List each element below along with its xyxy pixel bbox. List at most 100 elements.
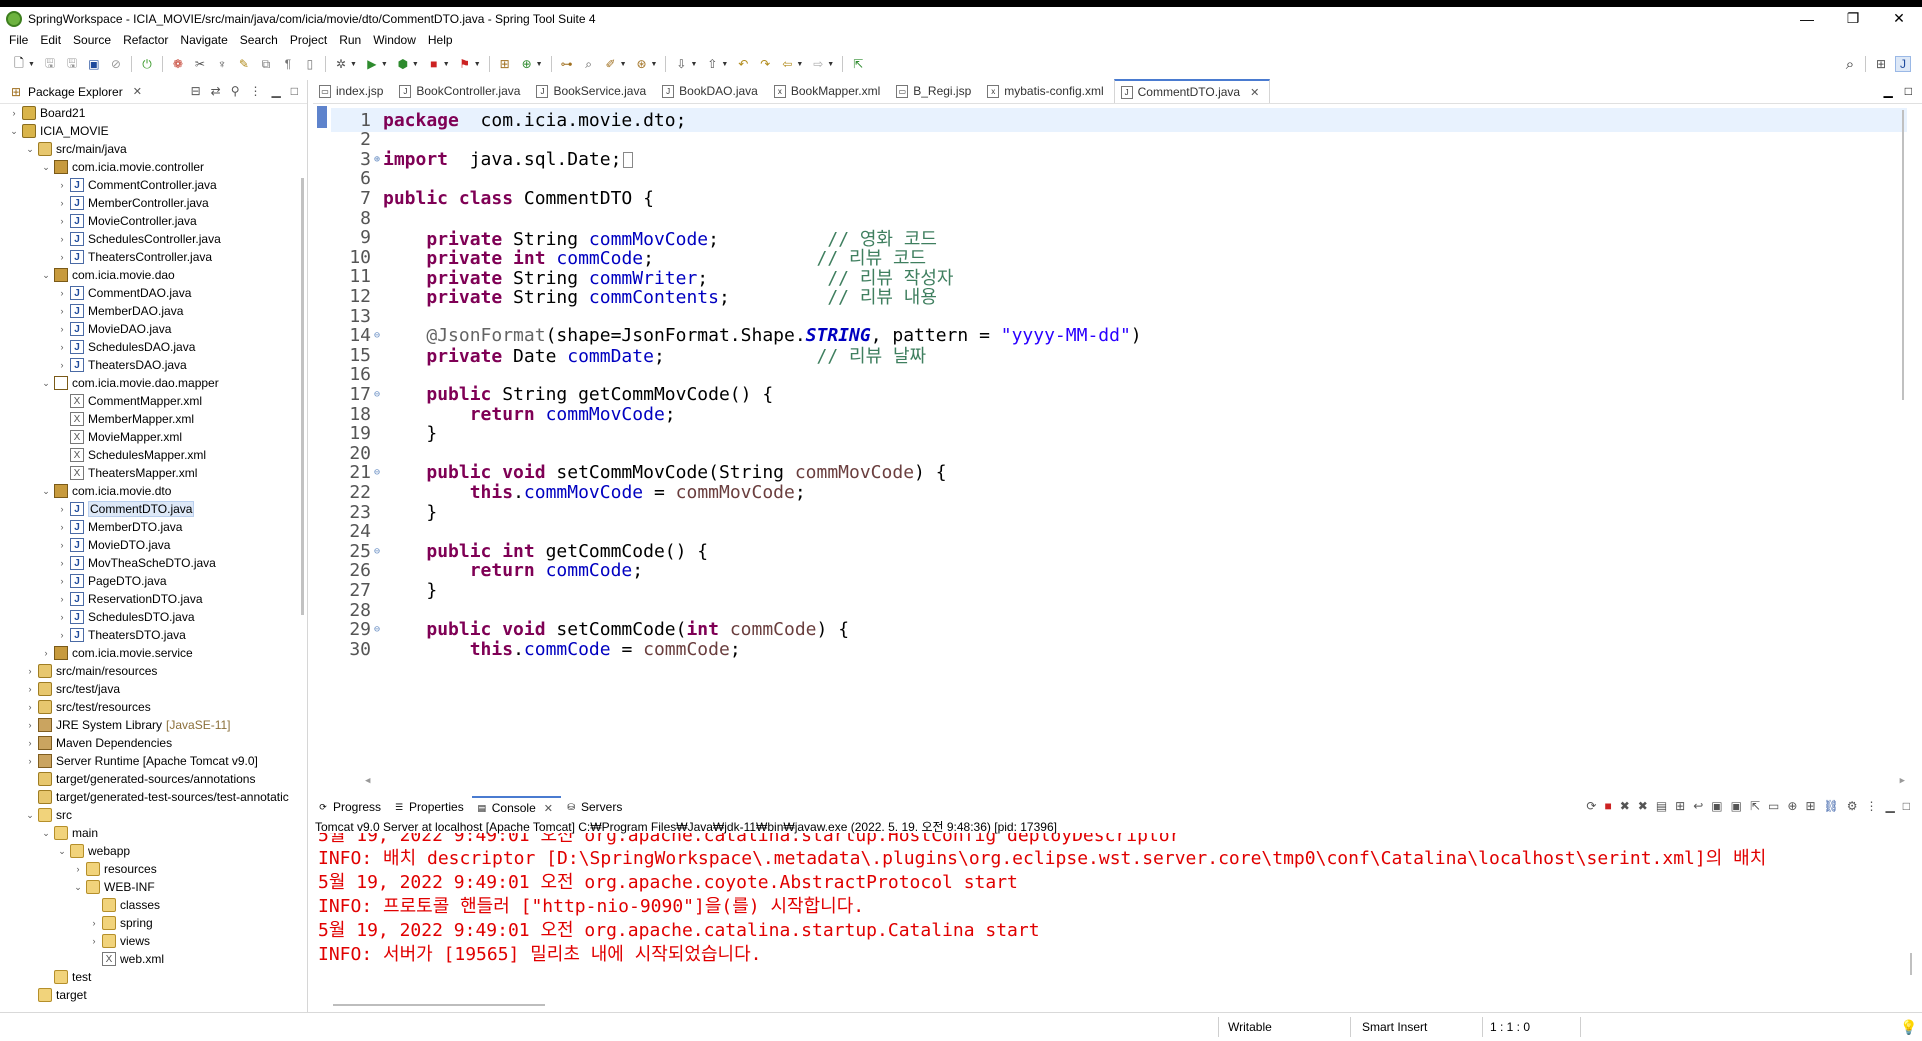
lightbulb-icon[interactable]: 💡 bbox=[1900, 1019, 1917, 1035]
previous-annotation-icon[interactable]: ⇧ bbox=[704, 56, 720, 72]
search-icon[interactable]: ⌕ bbox=[1842, 56, 1858, 73]
search-toolbar-icon[interactable]: ⌕ bbox=[581, 56, 597, 72]
tree-item[interactable]: › J MemberController.java bbox=[56, 194, 209, 212]
coverage-dropdown-icon[interactable]: ▼ bbox=[412, 61, 419, 68]
tree-item[interactable]: X TheatersMapper.xml bbox=[56, 464, 197, 482]
tree-item[interactable]: › Maven Dependencies bbox=[24, 734, 172, 752]
open-console-icon[interactable]: ⊞ bbox=[1805, 799, 1815, 813]
tree-item[interactable]: › J MemberDTO.java bbox=[56, 518, 182, 536]
expanded-chevron-icon[interactable]: ⌄ bbox=[40, 270, 52, 281]
tree-item[interactable]: › J CommentDTO.java bbox=[56, 500, 195, 518]
editor-tab[interactable]: ▭ index.jsp bbox=[313, 79, 393, 103]
collapsed-chevron-icon[interactable]: › bbox=[56, 576, 68, 586]
tab-properties[interactable]: ☰ Properties bbox=[389, 796, 472, 818]
collapsed-chevron-icon[interactable]: › bbox=[40, 648, 52, 658]
collapsed-chevron-icon[interactable]: › bbox=[88, 918, 100, 928]
annotation-dropdown-icon[interactable]: ▼ bbox=[651, 61, 658, 68]
minimize-view-icon[interactable]: ▁ bbox=[1886, 799, 1895, 813]
tree-item[interactable]: test bbox=[40, 968, 91, 986]
show-whitespace-icon[interactable]: ¶ bbox=[280, 56, 296, 72]
tree-item[interactable]: › J TheatersDTO.java bbox=[56, 626, 186, 644]
minimize-button[interactable]: — bbox=[1784, 7, 1830, 30]
menu-item-search[interactable]: Search bbox=[235, 33, 285, 47]
minimize-view-icon[interactable]: ▁ bbox=[272, 84, 281, 98]
collapsed-chevron-icon[interactable]: › bbox=[72, 864, 84, 874]
menu-item-window[interactable]: Window bbox=[368, 33, 423, 47]
tree-item[interactable]: ⌄ webapp bbox=[56, 842, 130, 860]
tree-item[interactable]: ⌄ src/main/java bbox=[24, 140, 127, 158]
console-vertical-scrollbar[interactable] bbox=[1910, 953, 1912, 975]
java-perspective-icon[interactable]: J bbox=[1895, 56, 1911, 72]
open-perspective-icon[interactable]: ⊞ bbox=[1873, 56, 1889, 72]
coverage-icon[interactable]: ⬢ bbox=[395, 56, 411, 72]
tree-item[interactable]: X SchedulesMapper.xml bbox=[56, 446, 206, 464]
skip-breakpoints-icon[interactable]: ⊘ bbox=[108, 56, 124, 72]
editor-tab[interactable]: J BookDAO.java bbox=[656, 79, 768, 103]
spring-icon[interactable]: ❁ bbox=[170, 56, 186, 72]
tree-item[interactable]: target bbox=[24, 986, 87, 1004]
collapsed-chevron-icon[interactable]: › bbox=[56, 594, 68, 604]
tree-item[interactable]: › J MemberDAO.java bbox=[56, 302, 183, 320]
tree-item[interactable]: › J CommentDAO.java bbox=[56, 284, 191, 302]
collapsed-chevron-icon[interactable]: › bbox=[8, 108, 20, 118]
tab-servers[interactable]: ⛁ Servers bbox=[561, 796, 630, 818]
save-icon[interactable]: 🖫 bbox=[42, 56, 58, 72]
console-output[interactable]: 5월 19, 2022 9:49:01 오전 org.apache.catali… bbox=[313, 833, 1913, 1001]
tree-item[interactable]: target/generated-test-sources/test-annot… bbox=[24, 788, 289, 806]
word-wrap-icon[interactable]: ↩ bbox=[1693, 799, 1703, 813]
task-icon[interactable]: ♆ bbox=[214, 56, 230, 72]
tree-item[interactable]: › views bbox=[88, 932, 150, 950]
tree-item[interactable]: › J MovTheaScheDTO.java bbox=[56, 554, 216, 572]
open-type-icon[interactable]: ✂ bbox=[192, 56, 208, 72]
toggle-highlight-icon[interactable]: ✎ bbox=[236, 56, 252, 72]
editor-tab[interactable]: J BookService.java bbox=[530, 79, 656, 103]
terminal-icon[interactable]: ▣ bbox=[86, 56, 102, 72]
open-task-icon[interactable]: ✐ bbox=[603, 56, 619, 72]
tree-item[interactable]: ⌄ main bbox=[40, 824, 98, 842]
tree-item[interactable]: X CommentMapper.xml bbox=[56, 392, 202, 410]
tree-item[interactable]: › Board21 bbox=[8, 104, 85, 122]
open-task-dropdown-icon[interactable]: ▼ bbox=[620, 61, 627, 68]
tree-item[interactable]: › com.icia.movie.service bbox=[40, 644, 193, 662]
menu-item-navigate[interactable]: Navigate bbox=[175, 33, 234, 47]
tree-item[interactable]: ⌄ com.icia.movie.controller bbox=[40, 158, 204, 176]
show-stdout-icon[interactable]: ▣ bbox=[1711, 799, 1722, 813]
collapsed-chevron-icon[interactable]: › bbox=[24, 702, 36, 712]
editor-horizontal-scrollbar[interactable]: ◀ ▶ bbox=[365, 775, 1905, 787]
tree-item[interactable]: ⌄ ICIA_MOVIE bbox=[8, 122, 109, 140]
collapsed-chevron-icon[interactable]: › bbox=[56, 216, 68, 226]
editor-tab[interactable]: J CommentDTO.java ✕ bbox=[1113, 79, 1271, 103]
expanded-chevron-icon[interactable]: ⌄ bbox=[40, 162, 52, 173]
menu-item-source[interactable]: Source bbox=[68, 33, 118, 47]
open-type-hierarchy-icon[interactable]: ⊶ bbox=[559, 56, 575, 72]
collapsed-chevron-icon[interactable]: › bbox=[24, 738, 36, 748]
tree-item[interactable]: › J MovieController.java bbox=[56, 212, 197, 230]
collapse-fold-icon[interactable]: ⊖ bbox=[371, 330, 383, 341]
tree-item[interactable]: › J CommentController.java bbox=[56, 176, 217, 194]
pin-editor-icon[interactable]: ⇱ bbox=[850, 56, 866, 72]
minimize-editor-icon[interactable]: ▁ bbox=[1884, 84, 1893, 98]
tree-item[interactable]: › src/test/resources bbox=[24, 698, 151, 716]
collapsed-chevron-icon[interactable]: › bbox=[56, 558, 68, 568]
tree-item[interactable]: › J PageDTO.java bbox=[56, 572, 167, 590]
menu-item-edit[interactable]: Edit bbox=[35, 33, 68, 47]
external-tools-dropdown-icon[interactable]: ▼ bbox=[474, 61, 481, 68]
back-dropdown-icon[interactable]: ▼ bbox=[796, 61, 803, 68]
new-class-icon[interactable]: ⊕ bbox=[519, 56, 535, 72]
external-tools-icon[interactable]: ⚑ bbox=[457, 56, 473, 72]
run-icon[interactable]: ▶ bbox=[364, 56, 380, 72]
maximize-view-icon[interactable]: □ bbox=[291, 84, 298, 98]
new-icon[interactable]: 🗋 bbox=[11, 56, 27, 72]
tree-item[interactable]: › J TheatersController.java bbox=[56, 248, 212, 266]
tree-item[interactable]: classes bbox=[88, 896, 160, 914]
collapsed-chevron-icon[interactable]: › bbox=[56, 180, 68, 190]
display-console-icon[interactable]: ▭ bbox=[1768, 799, 1779, 813]
tree-item[interactable]: Xweb.xml bbox=[88, 950, 164, 968]
new-console-icon[interactable]: ⊕ bbox=[1787, 799, 1797, 813]
collapsed-chevron-icon[interactable]: › bbox=[56, 306, 68, 316]
collapsed-chevron-icon[interactable]: › bbox=[56, 522, 68, 532]
boot-dashboard-icon[interactable]: ⏻ bbox=[139, 56, 155, 72]
settings-icon[interactable]: ⚙ bbox=[1847, 799, 1858, 813]
view-menu-icon[interactable]: ⋮ bbox=[250, 84, 262, 98]
previous-annotation-dropdown-icon[interactable]: ▼ bbox=[721, 61, 728, 68]
